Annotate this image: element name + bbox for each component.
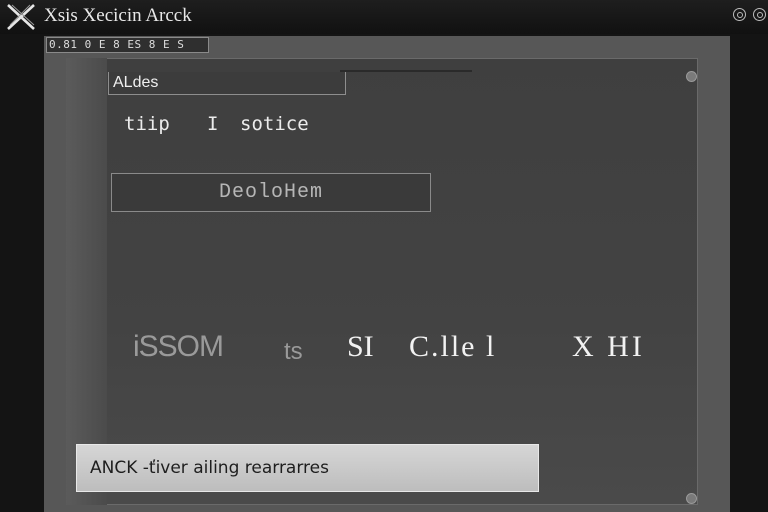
resize-handle-icon[interactable] — [686, 493, 697, 504]
tab-strip[interactable]: 0.81 0 E 8 ES 8 E S — [46, 37, 209, 53]
x-logo-icon — [7, 4, 35, 30]
caption-left: tiip — [124, 113, 170, 135]
window-title: Xsis Xecicin Arcck — [44, 5, 192, 26]
status-bar: ANCK -ťiver ailing rearrarres — [76, 444, 539, 492]
row-item-1: iSSOM — [133, 330, 224, 363]
resize-handle-icon[interactable] — [686, 71, 697, 82]
caption-separator: I — [207, 113, 219, 135]
panel-side-rail — [66, 58, 107, 505]
row-item-5: X HI — [572, 330, 645, 363]
row-item-4: C.lle l — [409, 330, 497, 363]
divider — [340, 70, 472, 72]
field-label: ALdes — [108, 72, 346, 95]
title-bar: Xsis Xecicin Arcck — [0, 0, 768, 34]
close-button[interactable] — [753, 8, 766, 21]
row-item-2: ts — [284, 338, 303, 365]
caption-right: sotice — [240, 113, 309, 135]
minimize-button[interactable] — [733, 8, 746, 21]
row-item-3: SI — [347, 330, 374, 363]
text-field[interactable]: DeoloHem — [111, 173, 431, 212]
